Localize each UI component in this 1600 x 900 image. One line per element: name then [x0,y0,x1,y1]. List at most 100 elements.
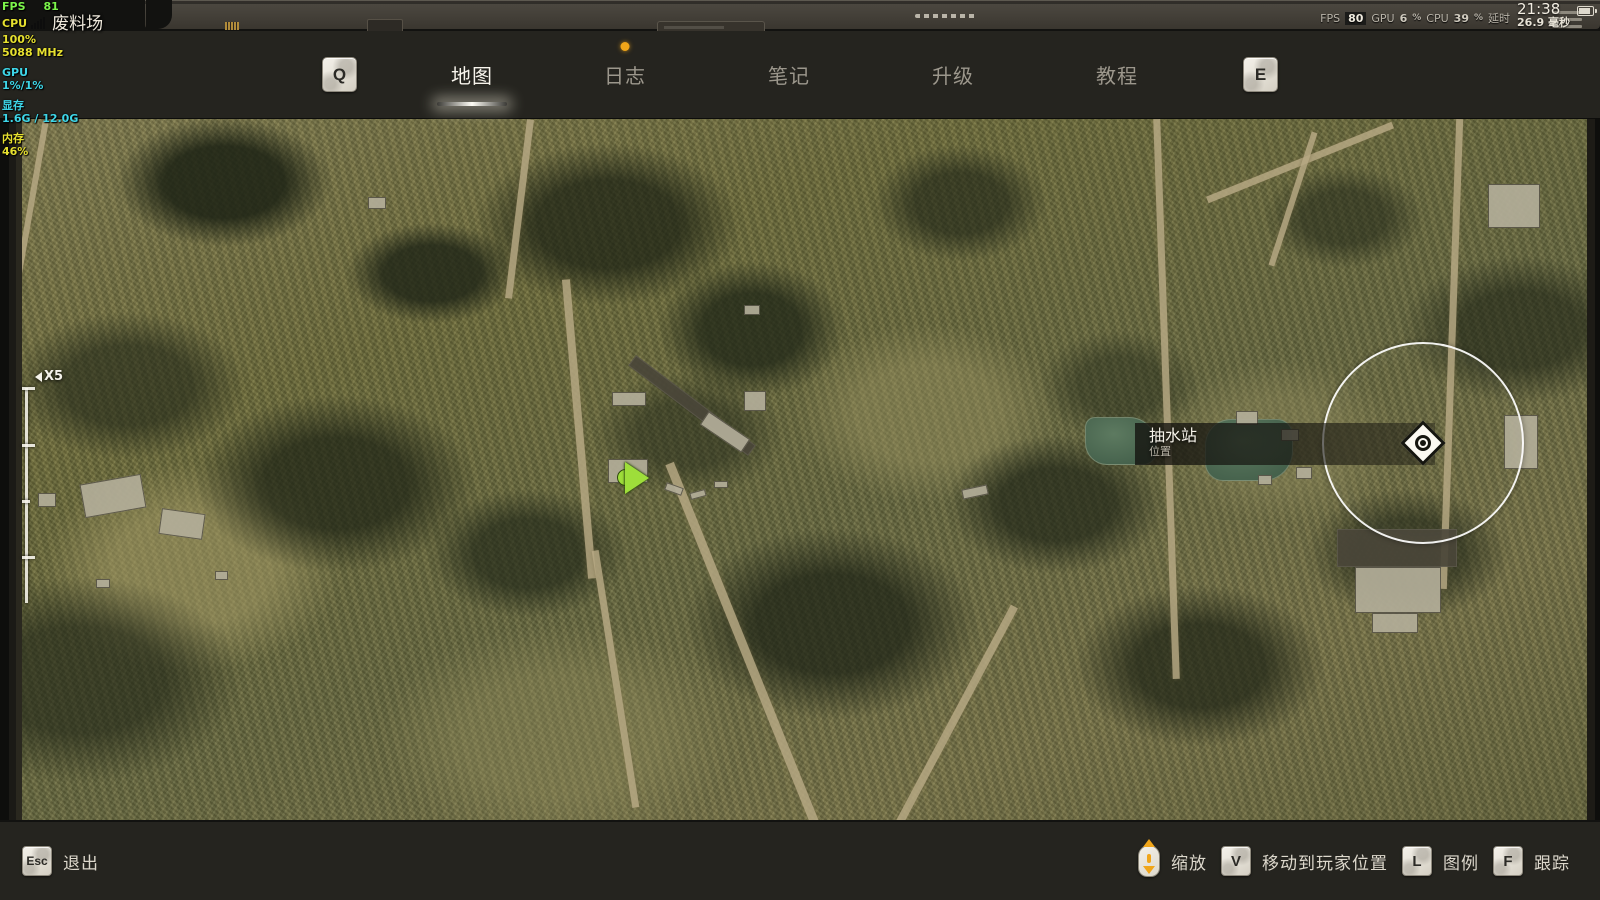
zoom-tick-3 [22,500,30,503]
perf-fps-label: FPS [2,0,26,13]
perf-cpu-clock: 5088 MHz [2,45,63,59]
zoom-tick-4 [22,556,35,559]
map-terrain[interactable]: 抽水站 位置 [0,119,1600,820]
tab-map-label: 地图 [451,64,493,88]
hud-clock-block: 21:38 26.9 毫秒 [1517,2,1570,29]
hud-fps-label: FPS [1320,11,1341,25]
road-south-diag [665,461,824,820]
tooltip-subtitle: 位置 [1149,445,1171,459]
road-north-vertical [505,119,534,299]
next-tab-key-e[interactable]: E [1243,57,1278,92]
signal-bars-icon [31,17,46,30]
zoom-slider-track[interactable] [25,388,28,603]
map-viewport[interactable]: 抽水站 位置 X5 [0,119,1600,820]
perf-mem-value: 46% [2,144,29,158]
building-scrapyard-debris-c [714,481,728,488]
tab-journal-badge-dot [620,41,630,51]
tab-upgrades[interactable]: 升级 [871,31,1035,119]
hud-gpu-value: 6 [1399,11,1408,25]
building-northeast-house [1488,184,1540,228]
map-marker-tooltip: 抽水站 位置 [1135,423,1435,465]
top-nav-bar: Q 地图 日志 笔记 升级 教程 E [0,31,1600,119]
player-direction-arrow [625,462,649,494]
hud-cpu-value: 39 [1453,11,1469,25]
zoom-tick-2 [22,444,35,447]
bezel-contact-strip [225,22,239,30]
perf-gpu-usage: 1%/1% [2,78,44,92]
hud-gpu-unit: % [1412,13,1422,24]
building-pumpstation-annex [1355,567,1441,613]
tab-notes-label: 笔记 [768,64,810,88]
key-f[interactable]: F [1493,846,1523,876]
building-northeast-cluster-c [1296,467,1312,479]
zoom-level-label-group: X5 [35,369,63,384]
bottom-right-hints: 缩放 V 移动到玩家位置 L 图例 F 跟踪 [1138,839,1570,877]
mouse-wheel-shape [1147,854,1151,863]
hud-clock: 21:38 [1517,0,1561,18]
zoom-level-arrow-icon [35,371,42,382]
objective-diamond-icon[interactable] [1400,420,1446,466]
perf-mem-label: 内存 [2,131,24,145]
tab-journal[interactable]: 日志 [543,31,707,119]
nav-inner: Q 地图 日志 笔记 升级 教程 E [0,31,1600,118]
key-l[interactable]: L [1402,846,1432,876]
bezel-notch [146,0,172,29]
building-north-small [368,197,386,209]
bottom-left-hints: Esc 退出 [22,846,99,876]
hud-cpu-unit: % [1473,13,1484,24]
building-scrapyard-shed-a [612,392,646,406]
tab-upgrades-label: 升级 [932,64,974,88]
perf-vram-value: 1.6G / 12.0G [2,111,79,125]
hint-zoom-label: 缩放 [1171,853,1207,874]
perf-fps-value: 81 [43,0,59,13]
perf-gpu-usage-row: 1%/1% [2,78,133,93]
bezel-dots [915,14,977,18]
hint-legend[interactable]: L 图例 [1402,846,1479,876]
building-scrapyard-shed-b [699,411,751,453]
key-esc[interactable]: Esc [22,846,52,876]
perf-mem-row: 内存 [2,131,133,146]
hint-track[interactable]: F 跟踪 [1493,846,1570,876]
hint-exit[interactable]: Esc 退出 [22,846,99,876]
hud-latency-label: 延时 [1488,12,1511,26]
road-northeast-top [1268,131,1318,267]
map-frame-left [0,119,22,820]
tooltip-title: 抽水站 [1149,426,1198,446]
tab-active-underline [437,101,507,106]
hint-legend-label: 图例 [1443,853,1479,874]
prev-tab-key-q[interactable]: Q [322,57,357,92]
map-zoom-slider[interactable]: X5 [22,369,82,606]
building-northeast-cluster-d [1258,475,1272,485]
hud-cpu-label: CPU [1426,11,1449,25]
hint-zoom[interactable]: 缩放 [1138,839,1207,877]
tab-tutorial-label: 教程 [1096,64,1138,88]
hud-fps-value: 80 [1345,11,1367,25]
building-scrapyard-shed-c [744,391,766,411]
zone-name: 废料场 [52,13,104,34]
building-pumpstation-side [1372,613,1418,633]
key-v[interactable]: V [1221,846,1251,876]
road-center-lower [591,550,640,808]
tab-notes[interactable]: 笔记 [707,31,871,119]
tab-journal-label: 日志 [604,64,646,88]
perf-cpu-clock-row: 5088 MHz [2,45,133,60]
perf-gpu-row: GPU [2,66,133,80]
map-frame-right [1587,119,1600,820]
zoom-level-label: X5 [44,369,64,384]
perf-cpu-label: CPU [2,16,28,30]
mouse-scroll-down-arrow-icon [1143,866,1155,874]
mouse-wheel-icon [1138,839,1160,877]
road-northeast-diag [1205,121,1395,204]
building-west-debris [96,579,110,588]
game-map-screen: FPS 81 CPU 废料场 100% 5088 MHz GPU 1%/1% 显… [0,0,1600,900]
performance-overlay: FPS 81 CPU 废料场 100% 5088 MHz GPU 1%/1% 显… [0,0,135,160]
perf-vram-label: 显存 [2,98,24,112]
battery-icon [1577,6,1597,17]
mouse-scroll-up-arrow-icon [1143,839,1155,847]
perf-cpu-row: CPU 废料场 [2,14,133,34]
road-south-east-diag [870,604,1018,820]
hint-goto-player[interactable]: V 移动到玩家位置 [1221,846,1388,876]
tab-map[interactable]: 地图 [401,31,543,119]
zoom-tick-1 [22,387,35,390]
tab-tutorial[interactable]: 教程 [1035,31,1199,119]
